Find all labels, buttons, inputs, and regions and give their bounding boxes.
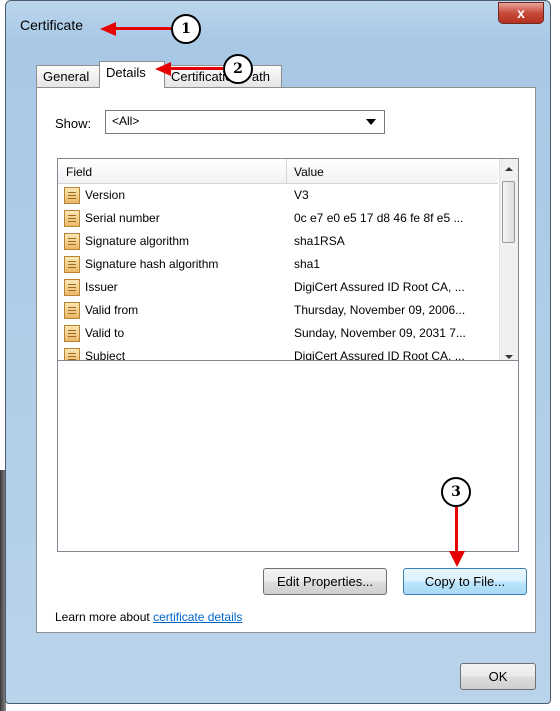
scrollbar-thumb[interactable] (502, 181, 515, 243)
column-divider[interactable] (286, 159, 287, 183)
edit-properties-button[interactable]: Edit Properties... (263, 568, 387, 595)
learn-more-text: Learn more about certificate details (55, 610, 242, 624)
tab-general[interactable]: General (36, 65, 100, 87)
certificate-details-link[interactable]: certificate details (153, 610, 242, 624)
certificate-field-icon (64, 256, 80, 273)
callout-2-arrowhead (155, 62, 171, 76)
scroll-down-icon[interactable] (505, 355, 513, 359)
column-header-value[interactable]: Value (294, 165, 324, 179)
field-name: Serial number (85, 211, 160, 225)
field-list[interactable]: Field Value Version V3 Serial number 0c … (57, 158, 519, 368)
callout-1-arrow (114, 27, 172, 30)
field-value: Sunday, November 09, 2031 7... (294, 326, 466, 340)
list-item[interactable]: Signature algorithm sha1RSA (58, 230, 498, 253)
show-dropdown[interactable]: <All> (105, 110, 385, 134)
field-name: Issuer (85, 280, 118, 294)
list-header: Field Value (58, 159, 498, 184)
field-value: sha1 (294, 257, 321, 271)
callout-3-badge: 3 (441, 477, 471, 507)
field-value: 0c e7 e0 e5 17 d8 46 fe 8f e5 ... (294, 211, 464, 225)
certificate-field-icon (64, 325, 80, 342)
callout-2-arrow (168, 67, 224, 70)
certificate-field-icon (64, 187, 80, 204)
list-item[interactable]: Version V3 (58, 184, 498, 207)
learn-more-prefix: Learn more about (55, 610, 154, 624)
field-value: sha1RSA (294, 234, 345, 248)
callout-3-arrow (455, 507, 458, 553)
field-name: Version (85, 188, 126, 202)
list-item[interactable]: Issuer DigiCert Assured ID Root CA, ... (58, 276, 498, 299)
close-button[interactable]: x (498, 2, 544, 24)
copy-to-file-button[interactable]: Copy to File... (403, 568, 527, 595)
vertical-scrollbar[interactable] (499, 159, 518, 367)
list-item[interactable]: Signature hash algorithm sha1 (58, 253, 498, 276)
field-name: Signature algorithm (85, 234, 190, 248)
field-value: V3 (294, 188, 309, 202)
chevron-down-icon (366, 119, 376, 125)
list-item[interactable]: Serial number 0c e7 e0 e5 17 d8 46 fe 8f… (58, 207, 498, 230)
scroll-up-icon[interactable] (505, 167, 513, 171)
list-item[interactable]: Valid to Sunday, November 09, 2031 7... (58, 322, 498, 345)
window-title: Certificate (20, 17, 84, 33)
certificate-field-icon (64, 210, 80, 227)
field-name: Valid to (85, 326, 125, 340)
callout-1-arrowhead (100, 22, 116, 36)
show-label: Show: (55, 116, 92, 131)
certificate-field-icon (64, 233, 80, 250)
show-dropdown-value: <All> (112, 114, 140, 128)
field-detail-box[interactable] (57, 360, 519, 552)
callout-3-arrowhead (449, 551, 465, 567)
field-value: DigiCert Assured ID Root CA, ... (294, 280, 465, 294)
column-header-field[interactable]: Field (66, 165, 92, 179)
field-name: Signature hash algorithm (85, 257, 219, 271)
list-item[interactable]: Valid from Thursday, November 09, 2006..… (58, 299, 498, 322)
callout-1-badge: 1 (171, 14, 201, 44)
certificate-field-icon (64, 302, 80, 319)
field-value: Thursday, November 09, 2006... (294, 303, 466, 317)
field-name: Valid from (85, 303, 139, 317)
certificate-field-icon (64, 279, 80, 296)
certificate-dialog: Certificate x General Details Certificat… (5, 0, 551, 704)
ok-button[interactable]: OK (460, 663, 536, 690)
callout-2-badge: 2 (223, 54, 253, 84)
